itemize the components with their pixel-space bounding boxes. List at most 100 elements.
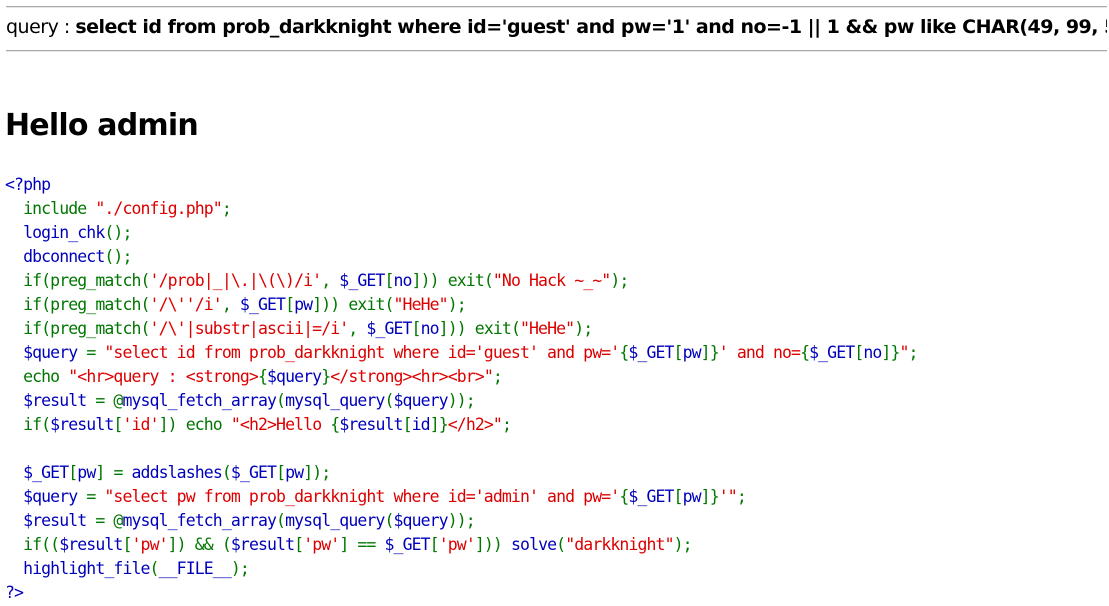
code-token: </strong><hr><br>"	[330, 367, 494, 386]
code-token: addslashes	[131, 463, 223, 482]
code-token: "<hr>query : <strong>	[68, 367, 259, 386]
code-token: {	[257, 367, 268, 386]
code-token: no	[863, 343, 882, 362]
code-token: (	[149, 559, 160, 578]
code-token: $result	[339, 415, 403, 434]
code-token: pw	[294, 295, 313, 314]
code-token: include	[23, 199, 96, 218]
code-token: );	[610, 271, 629, 290]
code-token: [	[673, 487, 684, 506]
code-token: ,	[221, 295, 240, 314]
code-token: [	[429, 535, 440, 554]
code-token: $_GET	[384, 535, 431, 554]
code-line: $query = "select pw from prob_darkknight…	[5, 485, 1105, 509]
code-token: ]))	[474, 535, 511, 554]
code-line: if(preg_match('/prob|_|\.|\(\)/i', $_GET…	[5, 269, 1105, 293]
code-token: if((	[5, 535, 60, 554]
code-token: $query	[5, 487, 87, 506]
code-line: $_GET[pw] = addslashes($_GET[pw]);	[5, 461, 1105, 485]
code-line: if($result['id']) echo "<h2>Hello {$resu…	[5, 413, 1105, 437]
code-token: if(preg_match(	[5, 271, 150, 290]
code-token: $query	[393, 391, 449, 410]
code-token: pw	[682, 487, 702, 506]
code-token: mysql_fetch_array	[122, 511, 277, 530]
code-token: );	[230, 559, 250, 578]
code-token: ] =	[95, 463, 132, 482]
code-token: ));	[447, 511, 476, 530]
code-line: $result = @mysql_fetch_array(mysql_query…	[5, 389, 1105, 413]
code-token: '/\''/i'	[149, 295, 223, 314]
code-token: no	[420, 319, 440, 338]
code-token: ,	[348, 319, 367, 338]
code-token: solve	[511, 535, 557, 554]
code-token: "<h2>Hello	[230, 415, 331, 434]
code-token: (	[384, 391, 394, 410]
code-token: =	[86, 487, 105, 506]
code-token: }	[321, 367, 331, 386]
code-token: '"	[718, 487, 738, 506]
code-token: ;	[736, 487, 747, 506]
code-token: $_GET	[809, 343, 855, 362]
code-token: $_GET	[5, 463, 69, 482]
code-line: <?php	[5, 173, 1105, 197]
hello-heading: Hello admin	[5, 108, 199, 143]
code-token: "HeHe"	[519, 319, 575, 338]
code-token: highlight_file	[5, 559, 150, 578]
code-token: ?>	[5, 583, 24, 602]
code-token: ]) && (	[167, 535, 232, 554]
code-token: (	[276, 511, 286, 530]
code-token: $_GET	[339, 271, 385, 290]
code-token: [	[411, 319, 422, 338]
code-token: "select pw from prob_darkknight where id…	[104, 487, 620, 506]
code-token: ]) echo	[158, 415, 231, 434]
code-line: highlight_file(__FILE__);	[5, 557, 1105, 581]
code-token: $_GET	[230, 463, 277, 482]
code-token: ));	[447, 391, 476, 410]
code-token: ' and no=	[718, 343, 801, 362]
code-token: "select id from prob_darkknight where id…	[104, 343, 620, 362]
code-line: $query = "select id from prob_darkknight…	[5, 341, 1105, 365]
code-token: 'pw'	[438, 535, 476, 554]
code-token: ]);	[303, 463, 331, 482]
code-line: ?>	[5, 581, 1105, 605]
top-horizontal-rule	[6, 6, 1107, 8]
code-token: </h2>"	[447, 415, 503, 434]
code-token: [	[294, 535, 304, 554]
highlighted-source-code: <?php include "./config.php"; login_chk(…	[5, 173, 1105, 605]
code-token: $result	[5, 391, 96, 410]
code-token: $result	[5, 511, 96, 530]
code-token: [	[402, 415, 413, 434]
code-token: $result	[230, 535, 295, 554]
code-token: $_GET	[239, 295, 286, 314]
code-token: ])) exit(	[411, 271, 494, 290]
code-line: dbconnect();	[5, 245, 1105, 269]
code-token: (	[276, 391, 286, 410]
code-token: =	[86, 343, 105, 362]
code-token: echo	[5, 367, 69, 386]
query-label: query :	[6, 16, 76, 38]
code-line: echo "<hr>query : <strong>{$query}</stro…	[5, 365, 1105, 389]
code-token: ])) exit(	[312, 295, 394, 314]
code-token: [	[854, 343, 864, 362]
code-token: ,	[321, 271, 340, 290]
code-token: [	[384, 271, 394, 290]
code-token: id	[411, 415, 431, 434]
code-token: ]}	[700, 487, 720, 506]
code-token: $query	[267, 367, 322, 386]
code-token: ]}	[700, 343, 720, 362]
code-token: no	[393, 271, 413, 290]
code-token: mysql_fetch_array	[122, 391, 277, 410]
code-token: '/\'|substr|ascii|=/i'	[149, 319, 350, 338]
code-token: 'id'	[122, 415, 159, 434]
code-token: );	[447, 295, 467, 314]
code-token: [	[673, 343, 684, 362]
code-token: [	[285, 295, 295, 314]
code-token: "HeHe"	[393, 295, 449, 314]
code-token: ;	[221, 199, 232, 218]
code-token: ;	[908, 343, 919, 362]
code-token: $query	[5, 343, 87, 362]
code-token: = @	[95, 391, 123, 410]
code-token: if(preg_match(	[5, 319, 150, 338]
code-token: [	[276, 463, 286, 482]
